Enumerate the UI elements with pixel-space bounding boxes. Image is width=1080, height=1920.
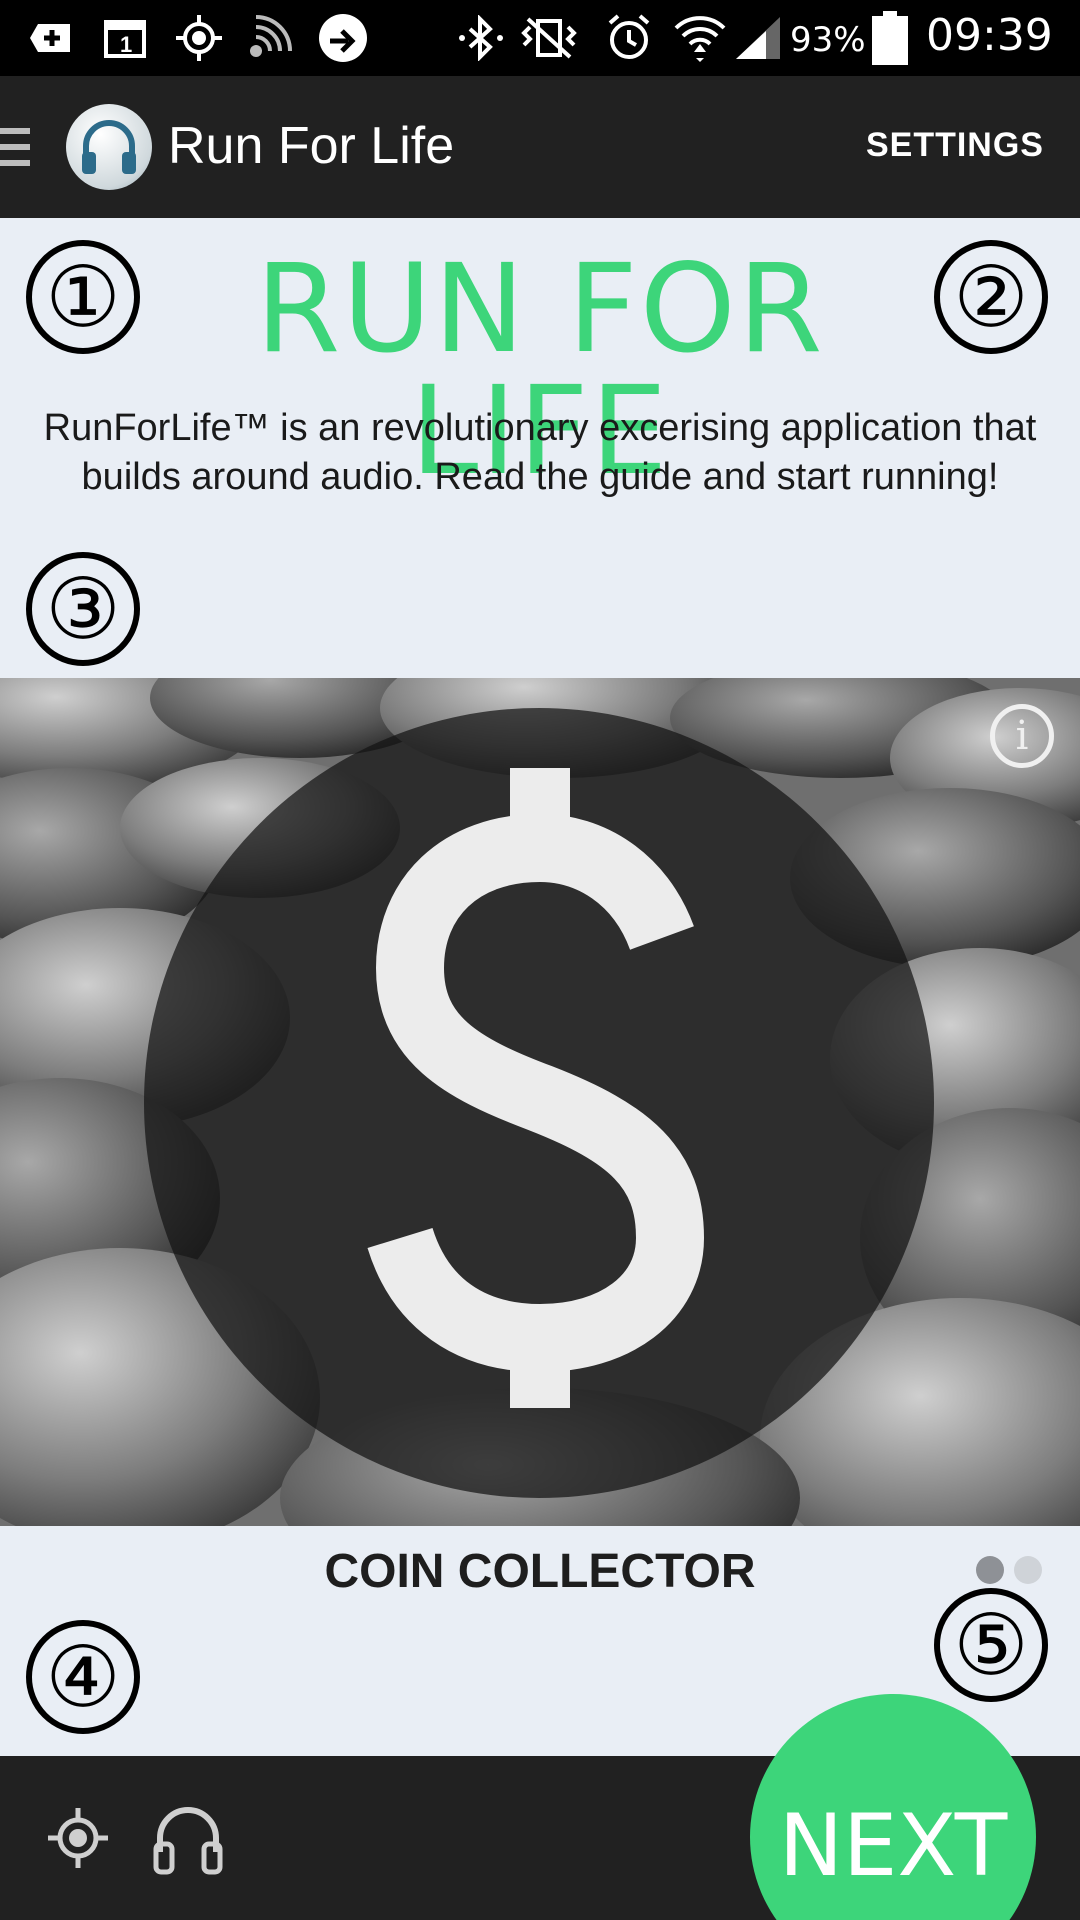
app-title: Run For Life <box>168 117 455 175</box>
add-box-icon <box>30 14 74 62</box>
bluetooth-icon <box>458 14 504 62</box>
app-description: RunForLife™ is an revolutionary excerisi… <box>43 407 1037 498</box>
settings-button[interactable]: SETTINGS <box>866 126 1044 165</box>
gps-icon[interactable] <box>46 1806 110 1875</box>
clock: 09:39 <box>926 10 1053 61</box>
status-bar: 1 93% 09:39 <box>0 0 1080 76</box>
annotation-marker-3: ③ <box>26 552 140 666</box>
wifi-icon <box>674 14 726 62</box>
annotation-marker-4: ④ <box>26 1620 140 1734</box>
arrow-icon <box>318 14 368 62</box>
cellular-icon <box>734 14 784 62</box>
app-bar: Run For Life SETTINGS <box>0 76 1080 218</box>
menu-icon[interactable] <box>0 128 30 168</box>
page-indicator[interactable] <box>976 1556 1042 1584</box>
calendar-1-icon: 1 <box>104 14 146 62</box>
annotation-marker-2: ② <box>934 240 1048 354</box>
next-button[interactable]: NEXT <box>750 1694 1036 1920</box>
headphones-logo-icon[interactable] <box>66 104 152 190</box>
annotation-marker-5: ⑤ <box>934 1588 1048 1702</box>
info-icon[interactable]: i <box>990 704 1054 768</box>
page-dot-1[interactable] <box>976 1556 1004 1584</box>
dollar-icon <box>367 768 705 1408</box>
battery-percent: 93% <box>790 20 866 60</box>
page-dot-2[interactable] <box>1014 1556 1042 1584</box>
annotation-marker-1: ① <box>26 240 140 354</box>
vibrate-icon <box>520 14 578 62</box>
coin-collector-image[interactable]: i <box>0 678 1080 1526</box>
headphones-icon[interactable] <box>150 1800 226 1881</box>
svg-text:1: 1 <box>120 32 132 57</box>
battery-icon <box>872 11 908 65</box>
alarm-icon <box>604 14 654 62</box>
card-title: COIN COLLECTOR <box>324 1545 756 1598</box>
gps-icon <box>176 14 222 62</box>
signal-stream-icon <box>246 14 296 62</box>
